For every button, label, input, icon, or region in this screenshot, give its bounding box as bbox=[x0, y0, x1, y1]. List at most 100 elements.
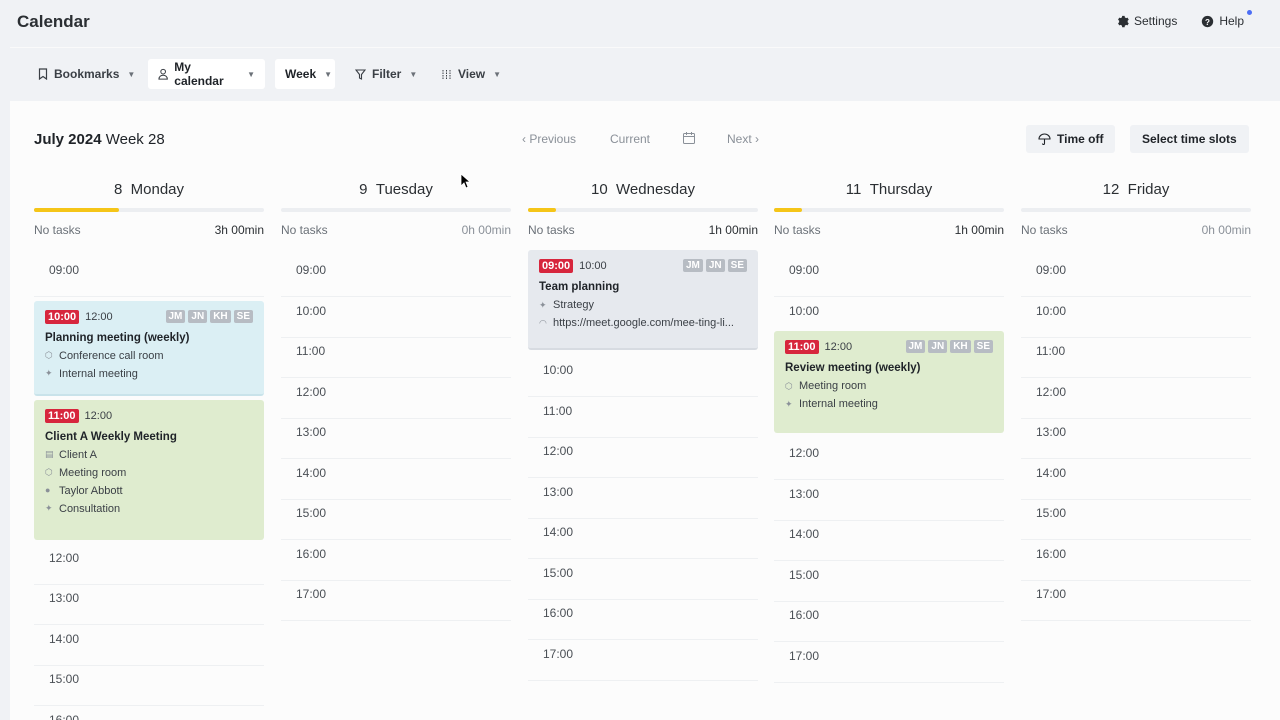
time-slot[interactable]: 15:00 bbox=[281, 499, 511, 540]
time-slot-label: 13:00 bbox=[49, 591, 80, 605]
day-column: 10 Wednesday No tasks 1h 00min 09:00 10:00 JM… bbox=[528, 181, 758, 720]
time-slot[interactable]: 15:00 bbox=[34, 665, 264, 706]
bookmarks-dropdown[interactable]: Bookmarks ▼ bbox=[28, 59, 145, 89]
event-detail: ⬡ Conference call room bbox=[45, 350, 253, 362]
time-slot[interactable]: 12:00 bbox=[1021, 378, 1251, 419]
time-slot[interactable]: 16:00 bbox=[281, 540, 511, 581]
time-slot[interactable]: 17:00 bbox=[774, 642, 1004, 683]
room-icon: ⬡ bbox=[45, 467, 53, 477]
mouse-cursor-icon bbox=[460, 173, 470, 189]
time-slot[interactable]: 14:00 bbox=[528, 518, 758, 559]
time-off-button[interactable]: Time off bbox=[1026, 125, 1116, 153]
time-slot-label: 16:00 bbox=[789, 608, 820, 622]
time-slot[interactable]: 17:00 bbox=[528, 640, 758, 681]
time-slot[interactable]: 09:00 bbox=[1021, 256, 1251, 297]
event-detail-text: Meeting room bbox=[799, 380, 867, 392]
time-slot[interactable]: 09:00 bbox=[281, 256, 511, 297]
time-slot[interactable]: 11:00 bbox=[281, 337, 511, 378]
time-slot[interactable]: 09:00 bbox=[774, 256, 1004, 297]
settings-label: Settings bbox=[1133, 14, 1178, 28]
time-slot[interactable]: 13:00 bbox=[528, 478, 758, 519]
time-slot[interactable]: 15:00 bbox=[774, 561, 1004, 602]
time-slot[interactable]: 09:00 bbox=[34, 256, 264, 297]
time-slot[interactable]: 14:00 bbox=[1021, 459, 1251, 500]
time-slot[interactable]: 12:00 bbox=[281, 378, 511, 419]
event-card[interactable]: 10:00 12:00 JM JN KH SE Planning meeting (week… bbox=[34, 300, 264, 396]
week-number: Week 28 bbox=[105, 131, 165, 148]
time-slot-label: 14:00 bbox=[1036, 465, 1067, 480]
event-detail-text: Conference call room bbox=[59, 349, 164, 362]
day-column: 12 Friday No tasks 0h 00min 09:00 10:00 11:00… bbox=[1021, 181, 1251, 720]
event-detail: ▤ Client A bbox=[45, 449, 253, 461]
time-slot[interactable]: 11:00 bbox=[1021, 337, 1251, 378]
time-slot[interactable]: 17:00 bbox=[281, 580, 511, 621]
chevron-right-icon: › bbox=[751, 132, 760, 146]
tag-icon: ✦ bbox=[785, 398, 793, 409]
filter-dropdown[interactable]: Filter ▼ bbox=[345, 59, 427, 89]
time-slot-label: 17:00 bbox=[296, 587, 327, 601]
settings-button[interactable]: Settings bbox=[1116, 14, 1177, 28]
previous-button[interactable]: ‹ Previous bbox=[522, 132, 576, 146]
time-slot[interactable]: 16:00 bbox=[528, 599, 758, 640]
time-slot[interactable]: 10:00 bbox=[528, 356, 758, 397]
day-name: Tuesday bbox=[375, 181, 433, 198]
time-slot[interactable]: 11:00 bbox=[528, 397, 758, 438]
time-slot-label: 13:00 bbox=[1036, 425, 1067, 439]
time-slot[interactable]: 15:00 bbox=[528, 559, 758, 600]
event-card[interactable]: 11:00 12:00 JM JN KH SE Review meeting (weekly… bbox=[774, 331, 1004, 433]
app-title: Calendar bbox=[17, 12, 90, 31]
sliders-icon bbox=[442, 69, 451, 79]
event-end-time: 12:00 bbox=[824, 341, 853, 353]
event-attendees: JM JN SE bbox=[682, 259, 747, 272]
time-slot[interactable]: 12:00 bbox=[774, 439, 1004, 480]
help-button[interactable]: ? Help bbox=[1201, 10, 1252, 28]
time-slot-label: 10:00 bbox=[543, 363, 574, 377]
calendar-picker-icon[interactable] bbox=[682, 131, 696, 145]
time-slot-label: 14:00 bbox=[49, 631, 80, 646]
time-slot[interactable]: 14:00 bbox=[281, 459, 511, 500]
time-slot[interactable]: 16:00 bbox=[1021, 540, 1251, 581]
time-slot[interactable]: 12:00 bbox=[34, 544, 264, 585]
time-slot[interactable]: 15:00 bbox=[1021, 499, 1251, 540]
event-card[interactable]: 11:00 12:00 Client A Weekly Meeting ▤ Client… bbox=[34, 399, 264, 540]
select-time-slots-button[interactable]: Select time slots bbox=[1130, 125, 1249, 153]
time-slot[interactable]: 10:00 bbox=[1021, 297, 1251, 338]
time-slot[interactable]: 10:00 bbox=[281, 297, 511, 338]
time-slot[interactable]: 16:00 bbox=[774, 601, 1004, 642]
event-detail: ✦ Consultation bbox=[45, 503, 253, 515]
day-header: 10 Wednesday bbox=[528, 181, 758, 198]
day-header: 12 Friday bbox=[1021, 181, 1251, 198]
my-calendar-dropdown[interactable]: My calendar ▼ bbox=[148, 59, 265, 89]
time-slot-label: 10:00 bbox=[789, 303, 820, 318]
attendee-avatar: SE bbox=[973, 340, 993, 353]
top-bar: Calendar Settings ? Help bbox=[0, 0, 1280, 46]
time-slot[interactable]: 13:00 bbox=[774, 480, 1004, 521]
time-slot[interactable]: 13:00 bbox=[281, 418, 511, 459]
current-button[interactable]: Current bbox=[610, 132, 650, 146]
time-slot-label: 12:00 bbox=[296, 384, 327, 399]
time-slot[interactable]: 14:00 bbox=[34, 625, 264, 666]
day-column: 9 Tuesday No tasks 0h 00min 09:00 10:00 11:00… bbox=[281, 181, 511, 720]
time-slot[interactable]: 16:00 bbox=[34, 706, 264, 720]
event-title: Planning meeting (weekly) bbox=[45, 331, 190, 344]
view-dropdown[interactable]: View ▼ bbox=[431, 59, 511, 89]
time-slot[interactable]: 17:00 bbox=[1021, 580, 1251, 621]
event-time: 11:00 12:00 bbox=[45, 408, 253, 423]
week-dropdown[interactable]: Week ▼ bbox=[275, 59, 335, 89]
event-start-badge: 10:00 bbox=[45, 309, 80, 324]
client-icon: ▤ bbox=[45, 449, 54, 459]
time-slot[interactable]: 12:00 bbox=[528, 437, 758, 478]
time-slot[interactable]: 14:00 bbox=[774, 520, 1004, 561]
time-slot-label: 17:00 bbox=[789, 648, 820, 663]
event-card[interactable]: 09:00 10:00 JM JN SE Team planning ✦ Strategy ◠ h… bbox=[528, 250, 758, 350]
time-slot-label: 15:00 bbox=[296, 506, 327, 520]
time-slot[interactable]: 13:00 bbox=[34, 584, 264, 625]
time-slot[interactable]: 13:00 bbox=[1021, 418, 1251, 459]
event-detail: ✦ Strategy bbox=[539, 299, 747, 311]
attendee-avatar: JM bbox=[682, 259, 703, 272]
day-tasks: No tasks bbox=[528, 223, 575, 237]
attendee-avatar: SE bbox=[727, 259, 747, 272]
next-button[interactable]: Next › bbox=[727, 132, 759, 146]
room-icon: ⬡ bbox=[785, 380, 793, 391]
bookmarks-label: Bookmarks bbox=[54, 67, 120, 81]
